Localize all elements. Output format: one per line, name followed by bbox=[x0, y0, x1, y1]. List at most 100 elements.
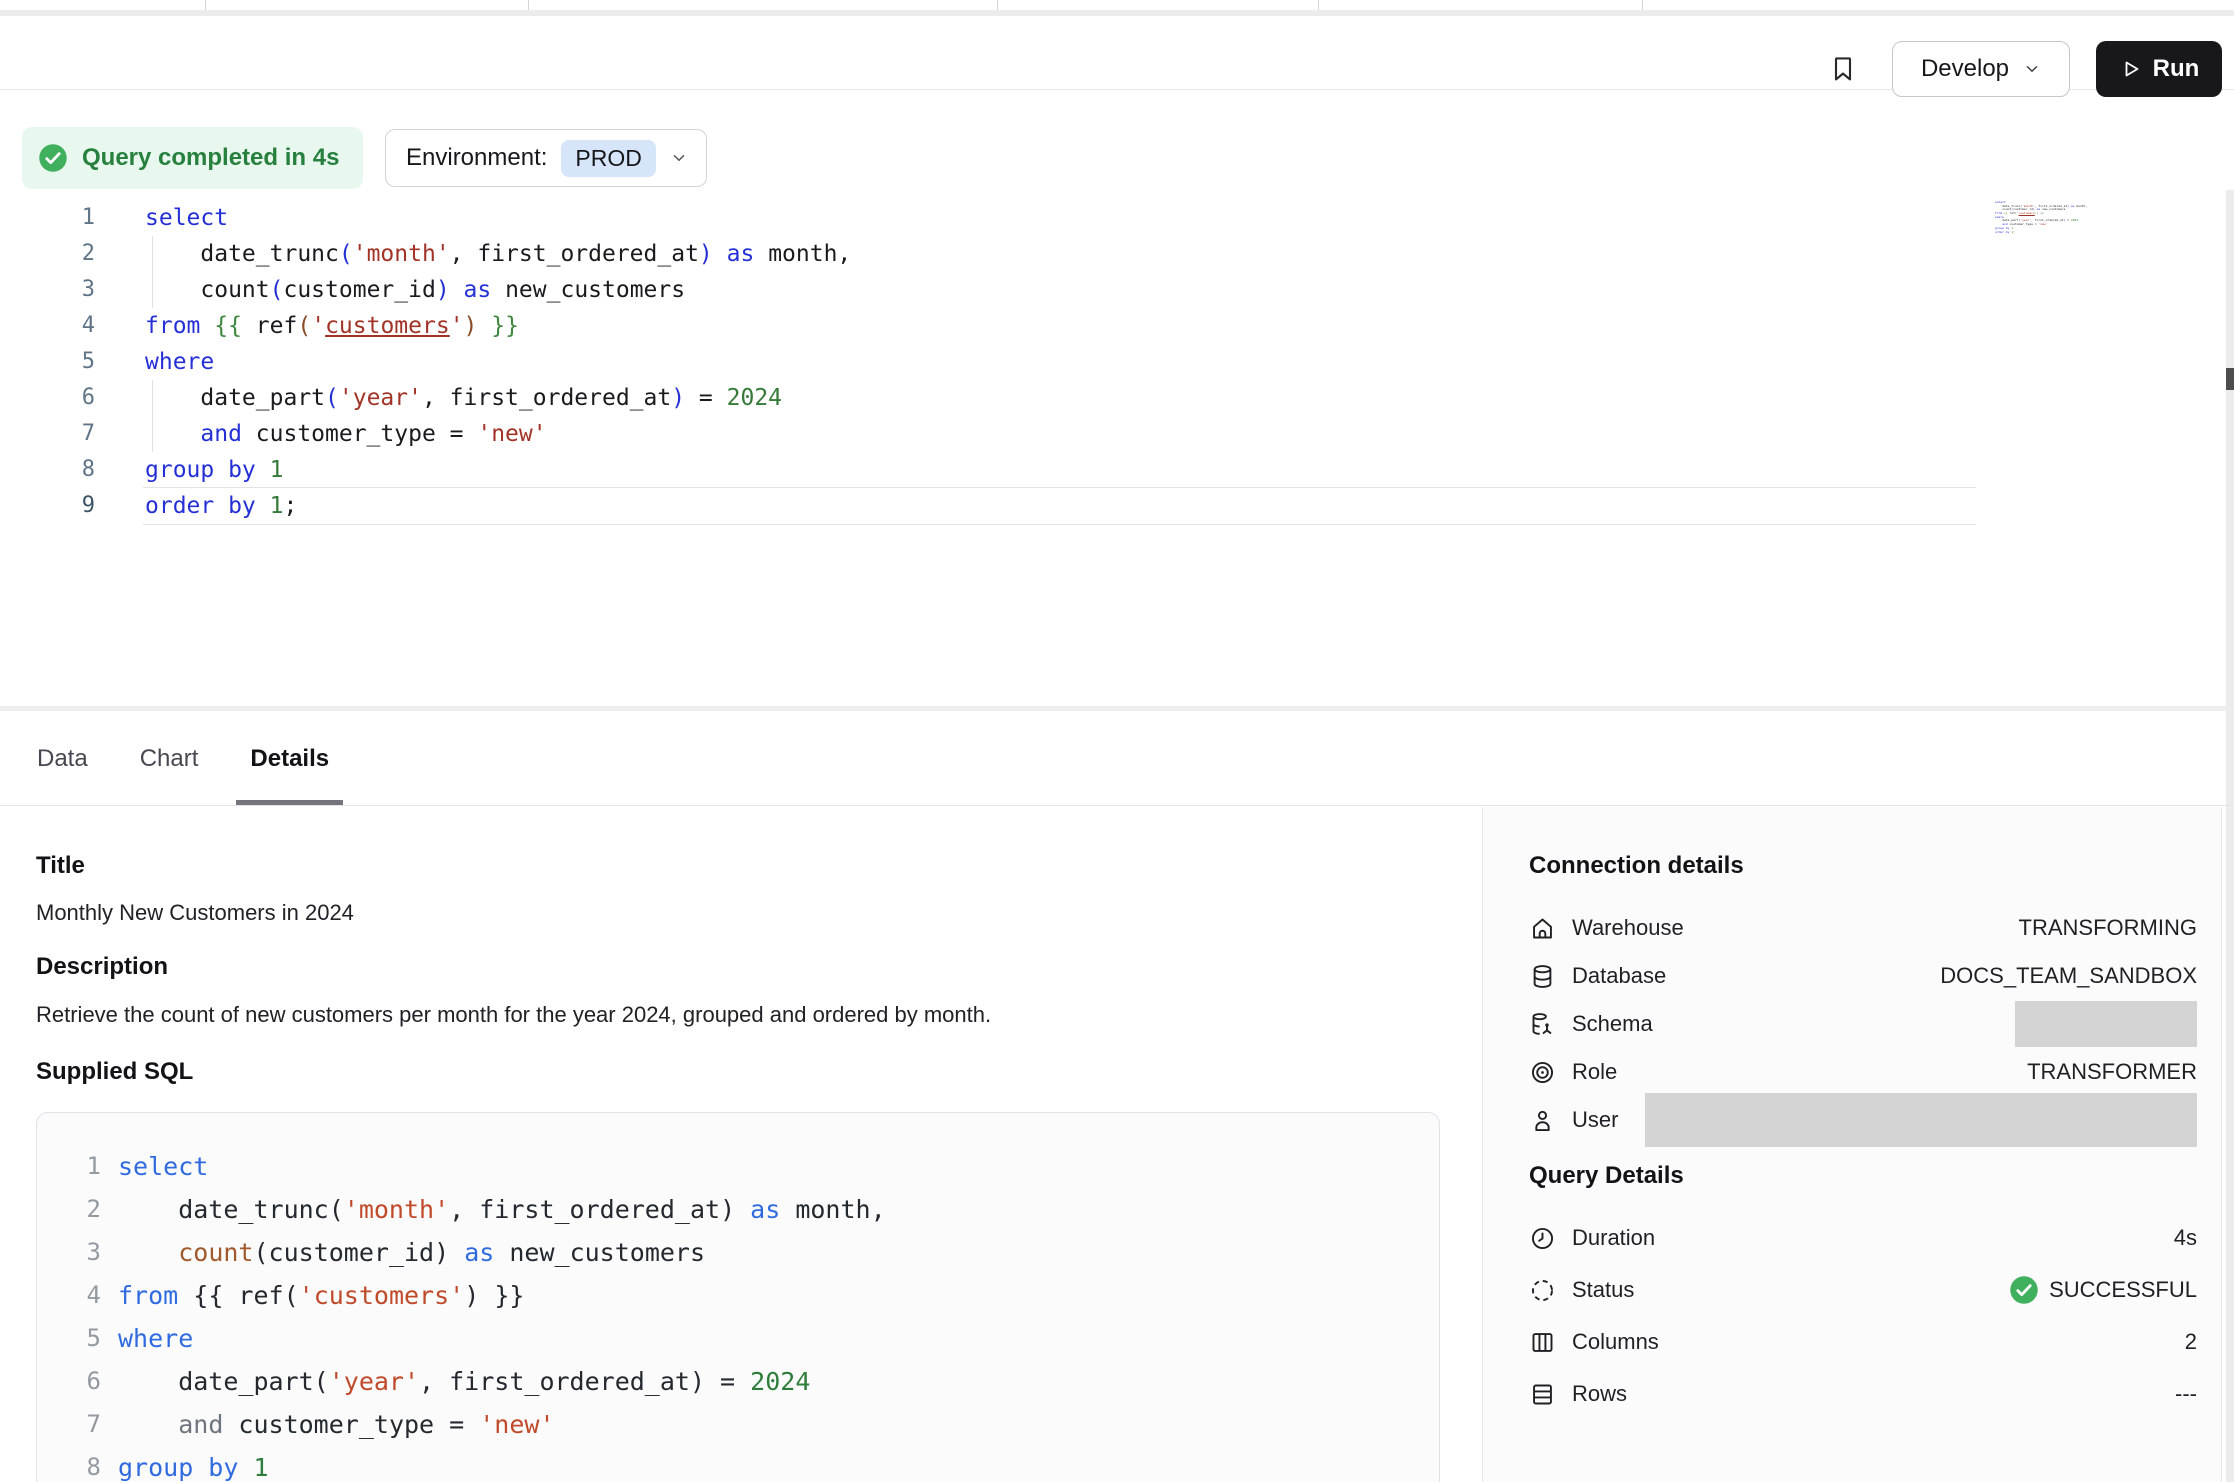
detail-label: Role bbox=[1572, 1059, 1617, 1085]
check-circle-icon bbox=[2009, 1275, 2039, 1305]
warehouse-icon bbox=[1529, 915, 1556, 942]
scrollbar-thumb[interactable] bbox=[2226, 368, 2234, 390]
line-number: 9 bbox=[0, 488, 95, 524]
user-icon bbox=[1529, 1107, 1556, 1134]
line-content: select bbox=[118, 1145, 208, 1188]
line-content: and customer_type = 'new' bbox=[118, 1403, 555, 1446]
code-line: 3 count(customer_id) as new_customers bbox=[37, 1231, 1439, 1274]
detail-value: --- bbox=[2175, 1381, 2197, 1407]
title-heading: Title bbox=[36, 852, 85, 880]
tab-details[interactable]: Details bbox=[249, 711, 330, 806]
description-value: Retrieve the count of new customers per … bbox=[36, 1002, 991, 1028]
code-line: 8 group by 1 bbox=[37, 1446, 1439, 1482]
scrollbar-track[interactable] bbox=[2226, 190, 2234, 1482]
line-content: group by 1 bbox=[145, 452, 284, 488]
line-number: 6 bbox=[37, 1360, 101, 1403]
environment-label: Environment: bbox=[406, 144, 547, 172]
tab-divider bbox=[997, 0, 998, 10]
check-circle-icon bbox=[38, 143, 68, 173]
tab-divider bbox=[205, 0, 206, 10]
line-content: where bbox=[118, 1317, 193, 1360]
role-row: Role TRANSFORMER bbox=[1529, 1048, 2197, 1096]
detail-value: TRANSFORMER bbox=[2027, 1059, 2197, 1085]
line-content: and customer_type = 'new' bbox=[145, 416, 547, 452]
line-number: 5 bbox=[37, 1317, 101, 1360]
database-row: Database DOCS_TEAM_SANDBOX bbox=[1529, 952, 2197, 1000]
supplied-sql-heading: Supplied SQL bbox=[36, 1058, 193, 1086]
user-row: User bbox=[1529, 1096, 2197, 1144]
database-icon bbox=[1529, 963, 1556, 990]
warehouse-row: WarehouseTRANSFORMING bbox=[1529, 904, 2197, 952]
line-number: 7 bbox=[37, 1403, 101, 1446]
columns-icon bbox=[1529, 1329, 1556, 1356]
code-line: 4 from {{ ref('customers') }} bbox=[37, 1274, 1439, 1317]
detail-label: Database bbox=[1572, 963, 1666, 989]
code-line: 1 select bbox=[37, 1145, 1439, 1188]
line-number: 4 bbox=[0, 308, 95, 344]
tab-chart[interactable]: Chart bbox=[139, 711, 200, 806]
line-number: 3 bbox=[0, 272, 95, 308]
code-line: 9order by 1; bbox=[0, 488, 2222, 524]
tab-divider bbox=[528, 0, 529, 10]
title-value: Monthly New Customers in 2024 bbox=[36, 900, 354, 926]
line-number: 8 bbox=[37, 1446, 101, 1482]
line-content: from {{ ref('customers') }} bbox=[145, 308, 519, 344]
bookmark-icon[interactable] bbox=[1828, 54, 1862, 88]
line-content: count(customer_id) as new_customers bbox=[118, 1231, 705, 1274]
columns-row: Columns 2 bbox=[1529, 1316, 2197, 1368]
tab-data[interactable]: Data bbox=[36, 711, 89, 806]
line-number: 6 bbox=[0, 380, 95, 416]
chevron-down-icon bbox=[670, 149, 688, 167]
line-content: from {{ ref('customers') }} bbox=[118, 1274, 524, 1317]
line-content: count(customer_id) as new_customers bbox=[145, 272, 685, 308]
code-line: 5 where bbox=[0, 344, 2222, 380]
environment-dropdown[interactable]: Environment: PROD bbox=[385, 129, 707, 187]
code-line: 3 count(customer_id) as new_customers bbox=[0, 272, 2222, 308]
connection-rows: WarehouseTRANSFORMING Database DOCS_TEAM_S… bbox=[1529, 904, 2197, 1144]
code-line: 7 and customer_type = 'new' bbox=[37, 1403, 1439, 1446]
run-button[interactable]: Run bbox=[2096, 41, 2222, 97]
rows-row: Rows--- bbox=[1529, 1368, 2197, 1420]
code-line: 4 from {{ ref('customers') }} bbox=[0, 308, 2222, 344]
line-number: 1 bbox=[37, 1145, 101, 1188]
detail-label: Duration bbox=[1572, 1225, 1655, 1251]
detail-label: Schema bbox=[1572, 1011, 1653, 1037]
status-icon bbox=[1529, 1277, 1556, 1304]
status-success-badge: SUCCESSFUL bbox=[2009, 1275, 2197, 1305]
sql-editor[interactable]: 1select2 date_trunc('month', first_order… bbox=[0, 200, 2222, 524]
rows-icon bbox=[1529, 1381, 1556, 1408]
line-number: 3 bbox=[37, 1231, 101, 1274]
tab-divider bbox=[1642, 0, 1643, 10]
browser-tab-strip bbox=[0, 0, 2234, 10]
schema-row: Schema bbox=[1529, 1000, 2197, 1048]
results-tabbar: Data Chart Details bbox=[36, 711, 2234, 806]
code-line: 7 and customer_type = 'new' bbox=[0, 416, 2222, 452]
detail-value: DOCS_TEAM_SANDBOX bbox=[1940, 963, 2197, 989]
detail-label: Columns bbox=[1572, 1329, 1659, 1355]
detail-value: 2 bbox=[2185, 1329, 2197, 1355]
description-heading: Description bbox=[36, 953, 168, 981]
line-number: 5 bbox=[0, 344, 95, 380]
play-icon bbox=[2119, 57, 2143, 81]
code-line: 2 date_trunc('month', first_ordered_at) … bbox=[0, 236, 2222, 272]
code-line: 2 date_trunc('month', first_ordered_at) … bbox=[37, 1188, 1439, 1231]
chevron-down-icon bbox=[2023, 60, 2041, 78]
supplied-sql-block: 1 select2 date_trunc('month', first_order… bbox=[36, 1112, 1440, 1482]
detail-label: User bbox=[1572, 1107, 1618, 1133]
connection-details-heading: Connection details bbox=[1529, 852, 1744, 880]
line-content: date_trunc('month', first_ordered_at) as… bbox=[145, 236, 851, 272]
toolbar: Develop Run bbox=[0, 16, 2234, 90]
line-number: 8 bbox=[0, 452, 95, 488]
line-content: group by 1 bbox=[118, 1446, 269, 1482]
code-line: 5 where bbox=[37, 1317, 1439, 1360]
run-label: Run bbox=[2153, 55, 2200, 83]
environment-value-pill: PROD bbox=[561, 140, 655, 177]
line-content: where bbox=[145, 344, 214, 380]
develop-label: Develop bbox=[1921, 55, 2009, 83]
code-line: 8 group by 1 bbox=[0, 452, 2222, 488]
develop-dropdown-button[interactable]: Develop bbox=[1892, 41, 2070, 97]
detail-value: TRANSFORMING bbox=[2019, 915, 2197, 941]
duration-row: Duration4s bbox=[1529, 1212, 2197, 1264]
line-number: 4 bbox=[37, 1274, 101, 1317]
editor-minimap[interactable]: select date_trunc('month', first_ordered… bbox=[1995, 201, 2101, 241]
